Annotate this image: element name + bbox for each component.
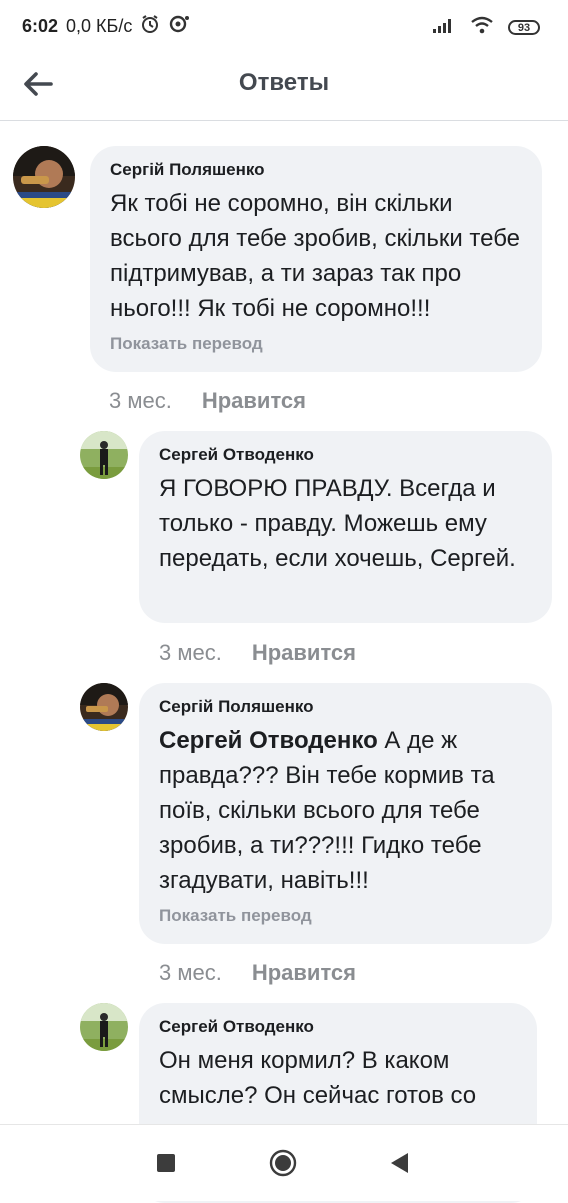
like-button[interactable]: Нравится [252,960,356,986]
comment-text: Як тобі не соромно, він скільки всього д… [110,190,521,322]
comment-bubble: Сергій Поляшенко Як тобі не соромно, він… [90,146,542,372]
comment-time: 3 мес. [159,960,222,985]
comment-author[interactable]: Сергей Отводенко [159,1017,519,1037]
page-title: Ответы [238,69,330,96]
status-left: 6:02 0,0 КБ/с [22,14,190,39]
mention-link[interactable]: Сергей Отводенко [159,727,378,754]
app-header: Ответы [0,56,568,121]
comment-author[interactable]: Сергій Поляшенко [159,697,534,717]
notification-app-icon [168,14,190,39]
comment-meta: 3 мес. Нравится [159,960,356,986]
network-speed: 0,0 КБ/с [66,16,133,36]
like-button[interactable]: Нравится [252,640,356,666]
avatar[interactable] [80,683,128,731]
like-button[interactable]: Нравится [202,388,306,414]
comment-bubble: Сергій Поляшенко Сергей Отводенко А де ж… [139,683,552,944]
comment-author[interactable]: Сергій Поляшенко [110,160,524,180]
comment-text: Он меня кормил? В каком смысле? Он сейча… [159,1047,477,1109]
status-right: 93 [432,16,540,39]
comment-meta: 3 мес. Нравится [109,388,306,414]
status-bar: 6:02 0,0 КБ/с 93 [0,0,568,56]
comment-time: 3 мес. [159,640,222,665]
comment-text: Сергей Отводенко А де ж правда??? Він те… [159,723,534,898]
home-icon[interactable] [269,1149,297,1177]
system-nav-bar [0,1124,568,1201]
show-translation-link[interactable]: Показать перевод [159,906,534,926]
comment-meta: 3 мес. Нравится [159,640,356,666]
battery-indicator: 93 [508,20,540,35]
wifi-icon [470,16,494,39]
comment-bubble: Сергей Отводенко Я ГОВОРЮ ПРАВДУ. Всегда… [139,431,552,623]
comment-text: Я ГОВОРЮ ПРАВДУ. Всегда и только - правд… [159,475,516,572]
back-icon[interactable] [385,1149,413,1177]
recents-icon[interactable] [152,1149,180,1177]
comment-author[interactable]: Сергей Отводенко [159,445,534,465]
show-translation-link[interactable]: Показать перевод [110,334,524,354]
status-time: 6:02 [22,16,59,36]
alarm-icon [140,14,160,39]
avatar[interactable] [13,146,75,208]
comment-time: 3 мес. [109,388,172,413]
avatar[interactable] [80,1003,128,1051]
signal-icon [432,16,456,39]
avatar[interactable] [80,431,128,479]
